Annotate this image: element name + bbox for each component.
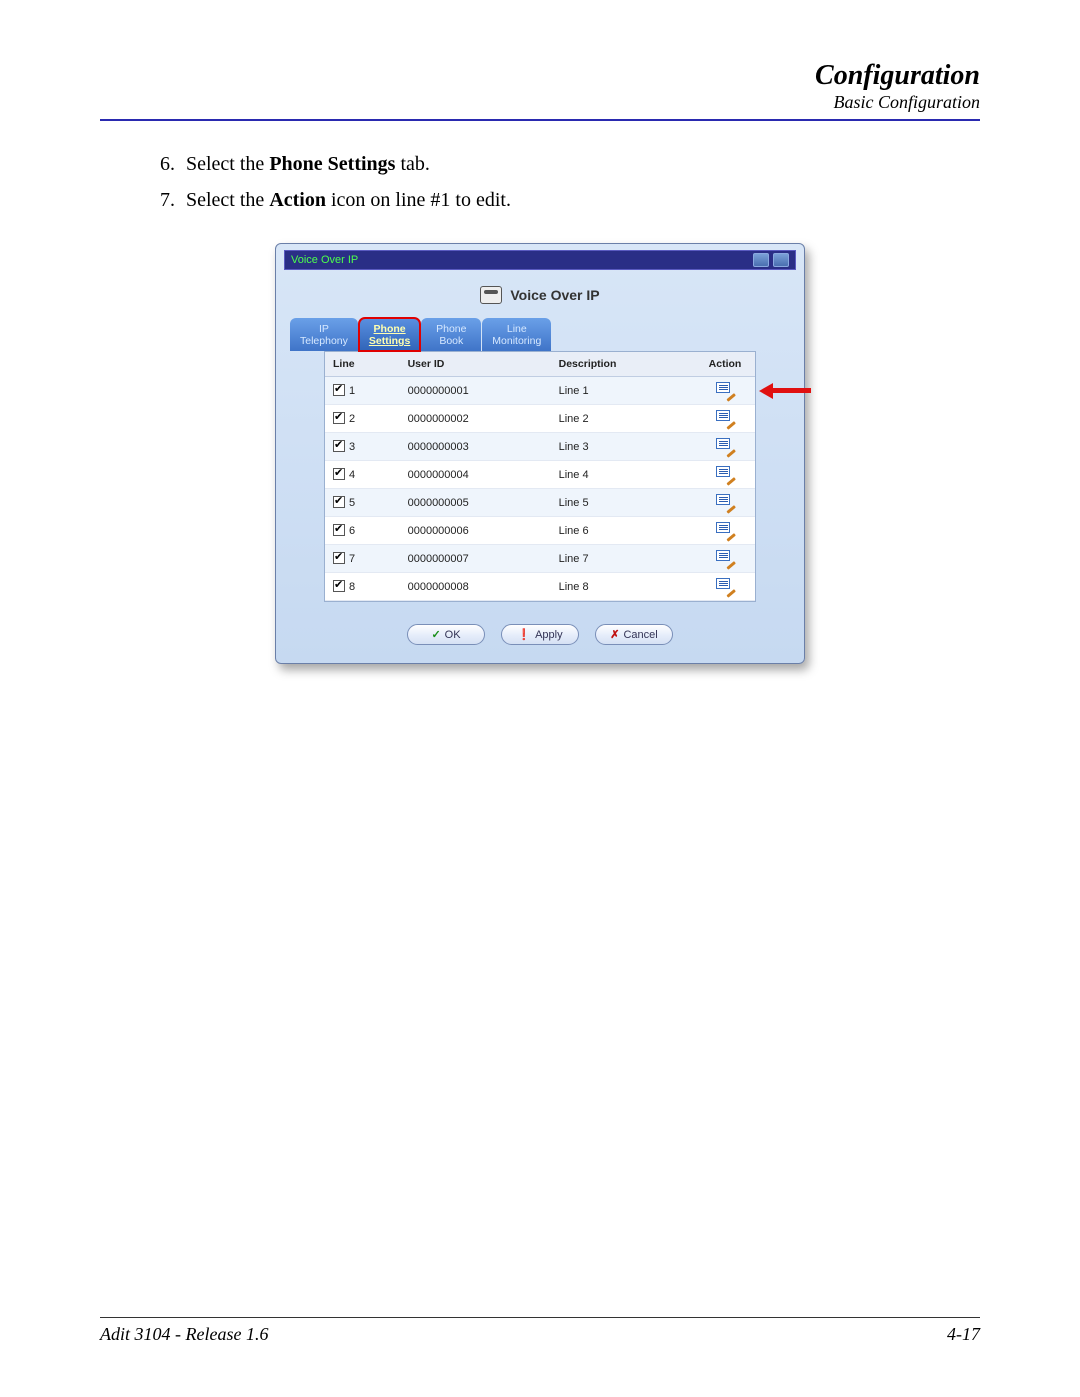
line-cell: 8 (325, 573, 400, 601)
table-row: 30000000003Line 3 (325, 433, 755, 461)
x-icon: ✗ (610, 628, 619, 641)
warn-icon: ❗ (517, 628, 531, 641)
line-checkbox[interactable] (333, 384, 345, 396)
tab-strip: IPTelephonyPhoneSettingsPhoneBookLineMon… (290, 318, 796, 351)
col-user-id: User ID (400, 352, 551, 377)
instruction-step: 6.Select the Phone Settings tab. (160, 149, 980, 179)
edit-icon[interactable] (716, 410, 734, 424)
edit-icon[interactable] (716, 578, 734, 592)
table-row: 60000000006Line 6 (325, 517, 755, 545)
line-checkbox[interactable] (333, 552, 345, 564)
user-id-cell: 0000000005 (400, 489, 551, 517)
line-checkbox[interactable] (333, 496, 345, 508)
apply-label: Apply (535, 629, 563, 641)
tab-phone-book[interactable]: PhoneBook (421, 318, 481, 351)
edit-icon[interactable] (716, 494, 734, 508)
tab-line-monitoring[interactable]: LineMonitoring (482, 318, 551, 351)
table-row: 50000000005Line 5 (325, 489, 755, 517)
chapter-title: Configuration (100, 60, 980, 92)
table-row: 10000000001Line 1 (325, 377, 755, 405)
user-id-cell: 0000000001 (400, 377, 551, 405)
titlebar-icon[interactable] (753, 253, 769, 267)
window-titlebar: Voice Over IP (284, 250, 796, 270)
panel-title: Voice Over IP (284, 270, 796, 318)
action-cell (695, 573, 755, 601)
line-cell: 3 (325, 433, 400, 461)
line-cell: 7 (325, 545, 400, 573)
action-cell (695, 489, 755, 517)
table-row: 40000000004Line 4 (325, 461, 755, 489)
line-cell: 1 (325, 377, 400, 405)
description-cell: Line 7 (551, 545, 695, 573)
table-row: 80000000008Line 8 (325, 573, 755, 601)
description-cell: Line 4 (551, 461, 695, 489)
description-cell: Line 5 (551, 489, 695, 517)
user-id-cell: 0000000006 (400, 517, 551, 545)
breadcrumb: Voice Over IP (291, 254, 358, 266)
line-checkbox[interactable] (333, 412, 345, 424)
cancel-label: Cancel (623, 629, 657, 641)
line-cell: 6 (325, 517, 400, 545)
apply-button[interactable]: ❗ Apply (501, 624, 579, 645)
line-cell: 2 (325, 405, 400, 433)
line-cell: 5 (325, 489, 400, 517)
action-cell (695, 517, 755, 545)
description-cell: Line 1 (551, 377, 695, 405)
user-id-cell: 0000000003 (400, 433, 551, 461)
ok-button[interactable]: ✓ OK (407, 624, 485, 645)
lines-table: Line User ID Description Action 10000000… (325, 352, 755, 601)
action-cell (695, 545, 755, 573)
cancel-button[interactable]: ✗ Cancel (595, 624, 673, 645)
check-icon: ✓ (431, 628, 440, 641)
line-checkbox[interactable] (333, 468, 345, 480)
lines-tbody: 10000000001Line 120000000002Line 2300000… (325, 377, 755, 601)
edit-icon[interactable] (716, 382, 734, 396)
footer-left: Adit 3104 - Release 1.6 (100, 1324, 268, 1345)
description-cell: Line 6 (551, 517, 695, 545)
tab-ip-telephony[interactable]: IPTelephony (290, 318, 358, 351)
description-cell: Line 3 (551, 433, 695, 461)
panel-title-text: Voice Over IP (510, 287, 599, 303)
tab-phone-settings[interactable]: PhoneSettings (359, 318, 420, 351)
action-cell (695, 377, 755, 405)
col-description: Description (551, 352, 695, 377)
table-row: 20000000002Line 2 (325, 405, 755, 433)
phone-icon (480, 286, 502, 304)
instruction-steps: 6.Select the Phone Settings tab. 7.Select… (160, 149, 980, 215)
user-id-cell: 0000000004 (400, 461, 551, 489)
table-row: 70000000007Line 7 (325, 545, 755, 573)
line-checkbox[interactable] (333, 440, 345, 452)
action-cell (695, 405, 755, 433)
col-line: Line (325, 352, 400, 377)
line-cell: 4 (325, 461, 400, 489)
edit-icon[interactable] (716, 466, 734, 480)
user-id-cell: 0000000008 (400, 573, 551, 601)
action-cell (695, 433, 755, 461)
ok-label: OK (445, 629, 461, 641)
line-checkbox[interactable] (333, 524, 345, 536)
callout-arrow-icon (759, 384, 811, 398)
line-checkbox[interactable] (333, 580, 345, 592)
edit-icon[interactable] (716, 522, 734, 536)
action-cell (695, 461, 755, 489)
user-id-cell: 0000000007 (400, 545, 551, 573)
instruction-step: 7.Select the Action icon on line #1 to e… (160, 185, 980, 215)
user-id-cell: 0000000002 (400, 405, 551, 433)
edit-icon[interactable] (716, 550, 734, 564)
col-action: Action (695, 352, 755, 377)
voip-window: Voice Over IP Voice Over IP IPTelephonyP… (275, 243, 805, 664)
description-cell: Line 8 (551, 573, 695, 601)
section-title: Basic Configuration (100, 92, 980, 113)
edit-icon[interactable] (716, 438, 734, 452)
footer-right: 4-17 (947, 1324, 980, 1345)
description-cell: Line 2 (551, 405, 695, 433)
header-rule (100, 119, 980, 121)
titlebar-icon[interactable] (773, 253, 789, 267)
